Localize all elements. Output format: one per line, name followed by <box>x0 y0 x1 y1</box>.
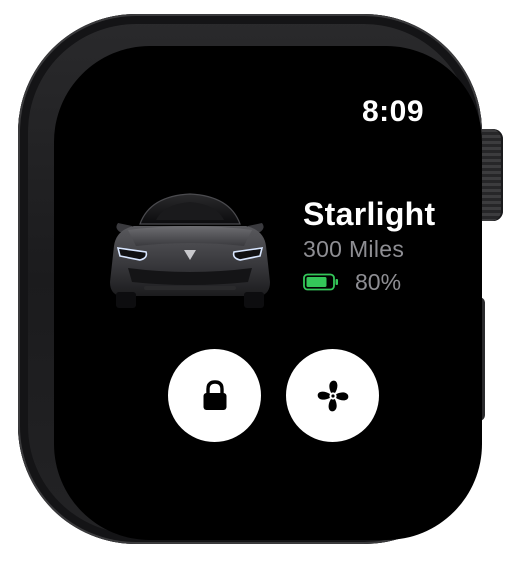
climate-fan-button[interactable] <box>286 349 379 442</box>
watch-case: 8:09 Starlight 300 Miles 80% <box>18 14 482 544</box>
battery-icon <box>303 273 338 291</box>
vehicle-range: 300 Miles <box>303 236 405 262</box>
watch-device: 8:09 Starlight 300 Miles 80% <box>0 0 520 562</box>
clock-time: 8:09 <box>361 95 424 128</box>
car-image <box>110 193 270 308</box>
watch-screen: 8:09 Starlight 300 Miles 80% <box>54 46 482 540</box>
battery-percentage: 80% <box>355 269 402 295</box>
lock-button[interactable] <box>168 349 261 442</box>
vehicle-info: Starlight 300 Miles 80% <box>303 196 435 297</box>
fan-icon <box>317 380 348 411</box>
battery-status: 80% <box>303 267 435 297</box>
lock-icon <box>203 379 226 410</box>
vehicle-name: Starlight <box>303 196 436 232</box>
